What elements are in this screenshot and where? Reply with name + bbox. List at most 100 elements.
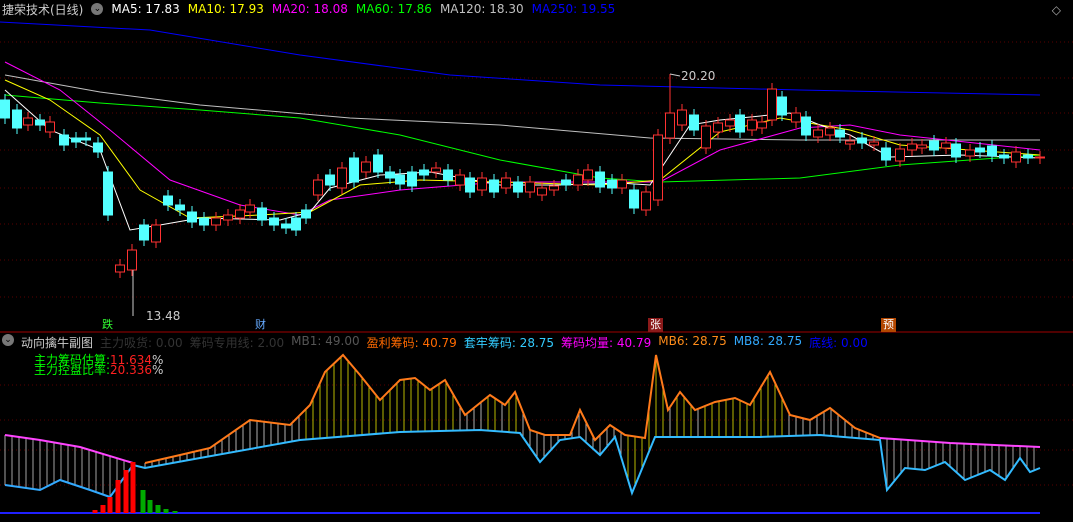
candle-up <box>1011 151 1021 163</box>
candle-down <box>187 211 197 223</box>
candle-down <box>71 137 81 143</box>
candle-up <box>223 214 233 221</box>
candle-up <box>677 109 687 126</box>
candle-down <box>975 147 985 153</box>
candle-up <box>869 141 879 146</box>
indicator-label: 筹码专用线: 2.00 <box>189 336 285 350</box>
candle-up <box>573 174 583 186</box>
candle-up <box>477 177 487 191</box>
sub-title: 动向擒牛副图 <box>21 336 94 350</box>
candle-up <box>151 224 161 243</box>
candle-up <box>549 185 559 191</box>
candle-down <box>93 142 103 153</box>
candle-up <box>525 181 535 193</box>
ma250-line <box>0 21 1041 96</box>
main-header: 捷荣技术(日线) ⌄ MA5: 17.83 MA10: 17.93 MA20: 18… <box>2 1 615 17</box>
indicator-label: 筹码均量: 40.79 <box>561 336 652 350</box>
volume-bar <box>130 462 136 513</box>
candle-up <box>791 112 801 123</box>
candle-up <box>725 119 735 127</box>
candle-down <box>257 207 267 221</box>
candle-up <box>767 88 777 121</box>
candle-down <box>561 179 571 186</box>
candle-down <box>59 134 69 146</box>
indicator-label: 主力吸货: 0.00 <box>100 336 183 350</box>
candle-down <box>595 171 605 188</box>
chip-avg-line <box>879 437 1041 448</box>
candle-down <box>395 174 405 185</box>
volume-bar <box>115 480 121 513</box>
volume-bar <box>100 505 106 513</box>
kline-chart[interactable] <box>0 0 1073 522</box>
candle-up <box>235 209 245 219</box>
high-pointer <box>669 73 681 77</box>
candle-down <box>0 99 10 119</box>
candle-down <box>465 177 475 193</box>
main-title: 捷荣技术(日线) <box>2 2 84 17</box>
tag-zhang[interactable]: 张 <box>648 318 663 332</box>
indicator-label: MB8: 28.75 <box>733 334 803 348</box>
volume-bar <box>147 500 153 513</box>
candle-down <box>629 189 639 209</box>
candle-down <box>281 223 291 229</box>
ma-label: MA5: 17.83 <box>111 2 180 16</box>
volume-bar <box>92 510 98 513</box>
low-price-label: 13.48 <box>146 309 181 323</box>
volume-bar <box>140 490 146 513</box>
dropdown-icon[interactable]: ⌄ <box>2 334 14 346</box>
candle-up <box>313 179 323 196</box>
candle-down <box>951 143 961 158</box>
candle-up <box>965 149 975 157</box>
sub-header: ⌄ 动向擒牛副图 主力吸货: 0.00 筹码专用线: 2.00 MB1: 49.00… <box>2 334 868 351</box>
tag-cai[interactable]: 财 <box>253 318 268 332</box>
collapse-icon[interactable]: ◇ <box>1052 3 1061 17</box>
candle-down <box>777 96 787 116</box>
candle-down <box>103 171 113 216</box>
candle-up <box>361 161 371 173</box>
candle-down <box>835 129 845 138</box>
indicator-label: 底线: 0.00 <box>809 336 868 350</box>
candle-up <box>127 249 137 271</box>
indicator-label: MB1: 49.00 <box>291 334 360 348</box>
candle-down <box>801 116 811 136</box>
candle-down <box>81 137 91 141</box>
candle-down <box>929 140 939 151</box>
candle-down <box>735 114 745 133</box>
pct: % <box>152 363 164 377</box>
candle-down <box>349 157 359 183</box>
candle-down <box>35 119 45 126</box>
candle-down <box>513 181 523 193</box>
candle-down <box>291 217 301 231</box>
candle-up <box>583 169 593 181</box>
dropdown-icon[interactable]: ⌄ <box>91 3 104 15</box>
candle-down <box>999 154 1009 159</box>
candle-up <box>701 125 711 149</box>
candle-down <box>987 145 997 157</box>
candle-up <box>757 121 767 129</box>
candle-up <box>431 167 441 173</box>
candle-up <box>537 187 547 196</box>
volume-bar <box>155 505 161 513</box>
candle-up <box>653 134 663 201</box>
trapped-chip-line <box>4 464 134 499</box>
candle-up <box>917 144 927 149</box>
ma-label: MA10: 17.93 <box>187 2 264 16</box>
candle-up <box>1035 156 1045 159</box>
candle-down <box>12 109 22 129</box>
candle-up <box>245 204 255 213</box>
candle-up <box>211 217 221 226</box>
candle-down <box>163 195 173 206</box>
candle-down <box>139 224 149 241</box>
control-ratio: 主力控盘比率:20.336% <box>34 363 164 377</box>
candle-up <box>115 264 125 273</box>
candle-down <box>385 171 395 179</box>
candle-up <box>747 119 757 131</box>
candle-down <box>175 204 185 211</box>
tag-yu[interactable]: 预 <box>881 318 896 332</box>
candle-down <box>419 169 429 176</box>
candle-down <box>1023 154 1033 159</box>
candle-down <box>269 217 279 226</box>
candle-up <box>907 143 917 151</box>
tag-die[interactable]: 跌 <box>100 318 115 332</box>
candle-up <box>501 177 511 189</box>
